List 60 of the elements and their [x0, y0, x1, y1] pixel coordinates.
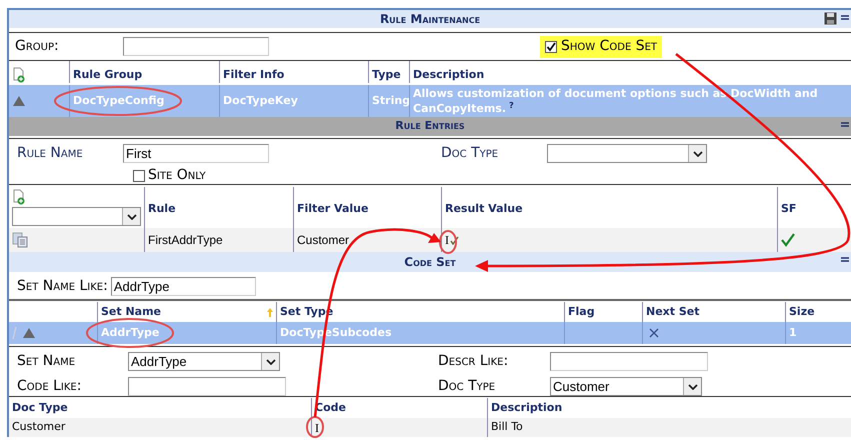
code-like-field[interactable] — [128, 377, 286, 396]
column-header: Type — [368, 61, 409, 83]
column-header: Doc Type — [11, 400, 69, 416]
chevron-down-icon — [126, 214, 136, 220]
field-label: Code Like: — [17, 377, 82, 396]
up-triangle-icon — [13, 96, 25, 106]
column-header: Description — [409, 61, 851, 83]
table-cell-text: DocTypeConfig — [73, 92, 164, 109]
highlight-oval — [439, 230, 457, 254]
check-icon — [546, 42, 556, 52]
collapse-icon — [841, 256, 849, 264]
checkbox[interactable] — [133, 170, 145, 182]
collapse-icon — [841, 14, 849, 22]
field-label: Set Name — [17, 352, 76, 371]
table-cell-text: 1 — [789, 324, 797, 341]
group-field[interactable] — [123, 37, 269, 56]
column-header: Rule Group — [69, 61, 219, 83]
dropdown[interactable] — [547, 144, 707, 163]
section-title: Rule Entries — [395, 118, 465, 134]
help-link[interactable]: ? — [509, 100, 514, 110]
table-cell-text: DocTypeKey — [223, 92, 298, 109]
field-label: Group: — [15, 37, 60, 56]
table-cell-text: I — [315, 420, 319, 436]
pencil-icon — [12, 327, 17, 339]
dropdown[interactable]: Customer — [550, 377, 702, 396]
set-name-like-field[interactable]: AddrType — [110, 277, 256, 296]
table-cell-text: AddrType — [101, 324, 160, 341]
field-label: Show Code Set — [561, 37, 658, 56]
sort-up-icon — [267, 308, 273, 316]
field-label: Set Name Like: — [17, 277, 108, 296]
descr-like-field[interactable] — [550, 352, 708, 371]
window-title: Rule Maintenance — [380, 11, 480, 28]
up-triangle-icon — [23, 328, 35, 338]
column-header: Set Name — [101, 304, 162, 320]
checkbox[interactable] — [545, 40, 557, 52]
table-cell-text: String — [372, 92, 410, 109]
table-cell-text: FirstAddrType — [148, 232, 223, 249]
chevron-down-icon — [688, 384, 698, 390]
field-label: Descr Like: — [438, 352, 510, 371]
check-icon — [450, 236, 459, 244]
chevron-down-icon — [266, 358, 276, 364]
dropdown[interactable]: AddrType — [128, 352, 280, 371]
section-title: Code Set — [404, 254, 456, 271]
column-header: Filter Info — [219, 61, 368, 83]
save-icon — [824, 12, 837, 25]
table-cell-text: Customer — [297, 232, 350, 249]
copy-icon — [12, 232, 28, 248]
close-icon — [649, 328, 659, 338]
rule-name-field[interactable]: First — [123, 144, 269, 163]
table-cell-text: Bill To — [491, 419, 523, 436]
dropdown[interactable] — [12, 207, 141, 226]
field-label: Doc Type — [438, 377, 496, 396]
highlight-oval — [306, 416, 324, 438]
field-label: Site Only — [148, 166, 206, 185]
chevron-down-icon — [692, 150, 702, 156]
table-cell-text: I — [445, 232, 449, 249]
collapse-icon — [841, 121, 849, 129]
table-cell-text: Customer — [12, 419, 66, 436]
field-label: Rule Name — [17, 144, 84, 163]
field-label: Doc Type — [441, 144, 500, 163]
